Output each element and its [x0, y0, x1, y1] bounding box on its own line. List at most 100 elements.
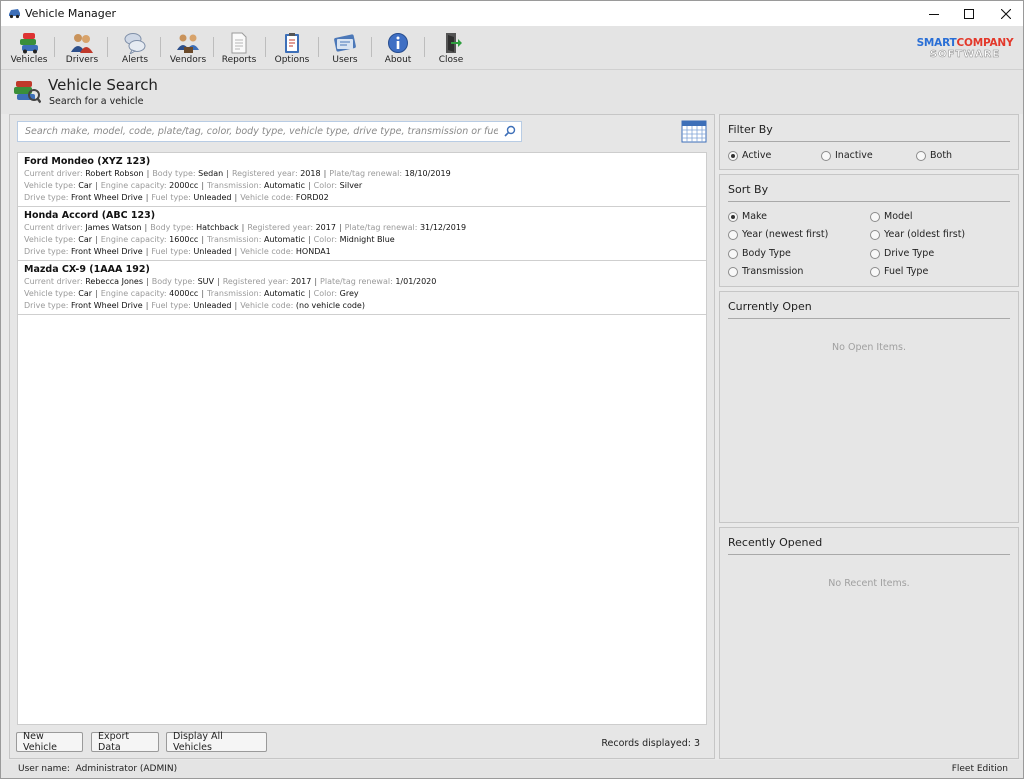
document-icon — [231, 32, 247, 54]
field-separator: | — [216, 277, 220, 286]
radio-button-icon[interactable] — [870, 248, 880, 259]
field-label: Registered year: — [247, 223, 314, 232]
sort-option-make[interactable]: Make — [728, 211, 767, 222]
toolbar-about-button[interactable]: About — [375, 29, 421, 69]
sort-option-year-newest-first[interactable]: Year (newest first) — [728, 229, 828, 240]
radio-button-icon[interactable] — [916, 150, 926, 161]
export-data-button[interactable]: Export Data — [91, 731, 159, 753]
field-separator: | — [241, 223, 245, 232]
page-title: Vehicle Search — [48, 76, 158, 94]
sort-option-year-oldest-first[interactable]: Year (oldest first) — [870, 229, 965, 240]
radio-label: Transmission — [742, 266, 804, 277]
radio-button-icon[interactable] — [821, 150, 831, 161]
edition-label: Fleet Edition — [951, 764, 1008, 774]
calendar-icon[interactable] — [681, 119, 707, 143]
field-value-transmission: Automatic — [263, 181, 305, 190]
field-label: Body type: — [150, 223, 194, 232]
vehicle-result-row[interactable]: Mazda CX-9 (1AAA 192) Current driver: Reb… — [18, 261, 706, 315]
vehicle-title[interactable]: Honda Accord (ABC 123) — [24, 210, 700, 222]
toolbar-users-button[interactable]: Users — [322, 29, 368, 69]
title-bar: Vehicle Manager — [1, 1, 1023, 26]
vehicle-result-row[interactable]: Honda Accord (ABC 123) Current driver: Ja… — [18, 207, 706, 261]
toolbar-label: Vehicles — [10, 55, 48, 65]
field-value-plate-renewal: 1/01/2020 — [395, 277, 437, 286]
maximize-button[interactable] — [950, 1, 988, 26]
field-label: Plate/tag renewal: — [344, 223, 418, 232]
radio-label: Body Type — [742, 248, 791, 259]
field-value-drive-type: Front Wheel Drive — [70, 247, 143, 256]
vehicle-detail-line: Drive type: Front Wheel Drive | Fuel type:… — [24, 246, 700, 258]
field-label: Transmission: — [207, 289, 262, 298]
minimize-button[interactable] — [915, 1, 953, 26]
field-separator: | — [323, 169, 327, 178]
sort-option-body-type[interactable]: Body Type — [728, 248, 791, 259]
toolbar-close-button[interactable]: Close — [428, 29, 474, 69]
new-vehicle-button[interactable]: New Vehicle — [16, 731, 83, 753]
search-panel: Ford Mondeo (XYZ 123)Current driver: Rob… — [9, 114, 715, 759]
field-label: Body type: — [152, 169, 196, 178]
sort-option-fuel-type[interactable]: Fuel Type — [870, 266, 928, 277]
radio-button-icon[interactable] — [728, 229, 738, 240]
toolbar-reports-button[interactable]: Reports — [216, 29, 262, 69]
search-icon[interactable] — [504, 125, 516, 137]
vehicle-title[interactable]: Mazda CX-9 (1AAA 192) — [24, 264, 700, 276]
field-value-fuel-type: Unleaded — [193, 247, 232, 256]
field-value-fuel-type: Unleaded — [193, 193, 232, 202]
field-separator: | — [145, 247, 149, 256]
radio-button-icon[interactable] — [870, 266, 880, 277]
toolbar-label: Drivers — [65, 55, 99, 65]
radio-button-icon[interactable] — [728, 248, 738, 259]
field-label: Engine capacity: — [100, 181, 167, 190]
logo-text-smart: SMART — [916, 37, 957, 49]
filter-option-inactive[interactable]: Inactive — [821, 150, 873, 161]
close-icon — [1001, 8, 1011, 19]
field-value-current-driver: Robert Robson — [85, 169, 144, 178]
display-all-vehicles-button[interactable]: Display All Vehicles — [166, 731, 267, 753]
field-value-drive-type: Front Wheel Drive — [70, 193, 143, 202]
toolbar-label: Vendors — [169, 55, 207, 65]
radio-label: Active — [742, 150, 772, 161]
no-open-items-text: No Open Items. — [832, 342, 906, 353]
radio-button-icon[interactable] — [728, 266, 738, 277]
vehicle-title[interactable]: Ford Mondeo (XYZ 123) — [24, 156, 700, 168]
radio-button-icon[interactable] — [870, 229, 880, 240]
field-separator: | — [234, 193, 238, 202]
radio-label: Year (newest first) — [742, 229, 829, 240]
vehicle-detail-line: Current driver: Rebecca Jones | Body type:… — [24, 276, 700, 288]
sort-option-transmission[interactable]: Transmission — [728, 266, 803, 277]
filter-option-active[interactable]: Active — [728, 150, 771, 161]
radio-button-icon[interactable] — [728, 150, 738, 161]
toolbar-options-button[interactable]: Options — [269, 29, 315, 69]
radio-button-icon[interactable] — [728, 211, 738, 222]
toolbar-drivers-button[interactable]: Drivers — [59, 29, 105, 69]
toolbar-label: Alerts — [121, 55, 149, 65]
toolbar-label: About — [384, 55, 412, 65]
radio-button-icon[interactable] — [870, 211, 880, 222]
toolbar-label: Reports — [221, 55, 257, 65]
field-label: Vehicle code: — [240, 193, 294, 202]
sort-option-model[interactable]: Model — [870, 211, 913, 222]
divider — [728, 201, 1010, 202]
field-value-color: Silver — [339, 181, 363, 190]
filter-option-both[interactable]: Both — [916, 150, 952, 161]
field-separator: | — [314, 277, 318, 286]
close-window-button[interactable] — [987, 1, 1024, 26]
divider — [728, 141, 1010, 142]
toolbar-vendors-button[interactable]: Vendors — [165, 29, 211, 69]
field-separator: | — [234, 301, 238, 310]
vehicle-result-row[interactable]: Ford Mondeo (XYZ 123) Current driver: Rob… — [18, 153, 706, 207]
sort-option-drive-type[interactable]: Drive Type — [870, 248, 934, 259]
toolbar-vehicles-button[interactable]: Vehicles — [6, 29, 52, 69]
field-value-vehicle-type: Car — [78, 289, 93, 298]
field-separator: | — [307, 235, 311, 244]
toolbar-separator — [371, 37, 372, 57]
field-separator: | — [95, 289, 98, 298]
radio-label: Fuel Type — [884, 266, 929, 277]
field-label: Current driver: — [24, 169, 83, 178]
field-value-color: Grey — [339, 289, 359, 298]
field-label: Registered year: — [231, 169, 298, 178]
toolbar-alerts-button[interactable]: Alerts — [112, 29, 158, 69]
search-input[interactable] — [18, 122, 498, 141]
field-value-registered-year: 2017 — [290, 277, 312, 286]
field-value-plate-renewal: 31/12/2019 — [419, 223, 467, 232]
